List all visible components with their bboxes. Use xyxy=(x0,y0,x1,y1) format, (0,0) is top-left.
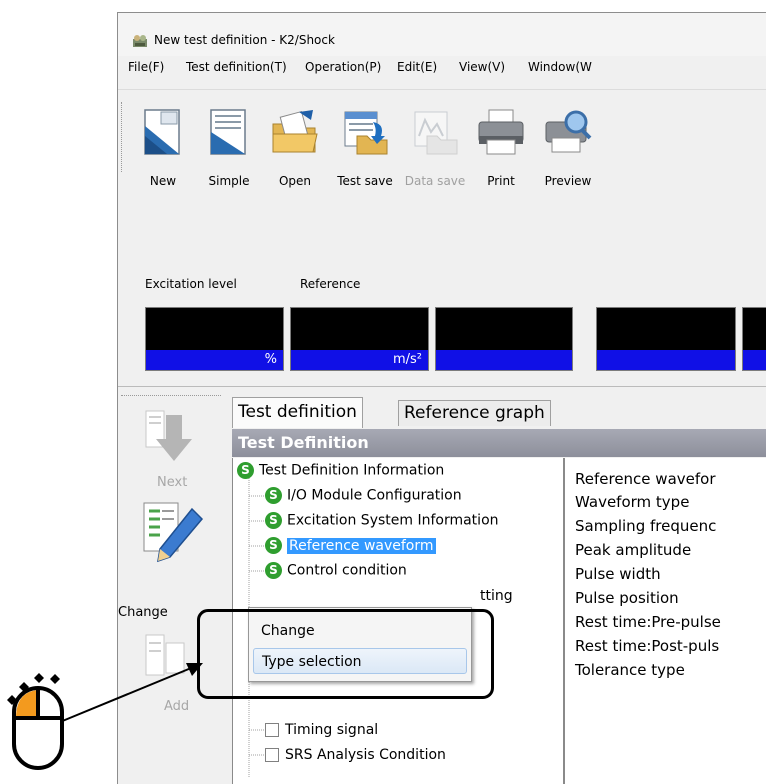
mouse-click-icon xyxy=(7,673,64,770)
callout-arrow xyxy=(59,663,203,723)
